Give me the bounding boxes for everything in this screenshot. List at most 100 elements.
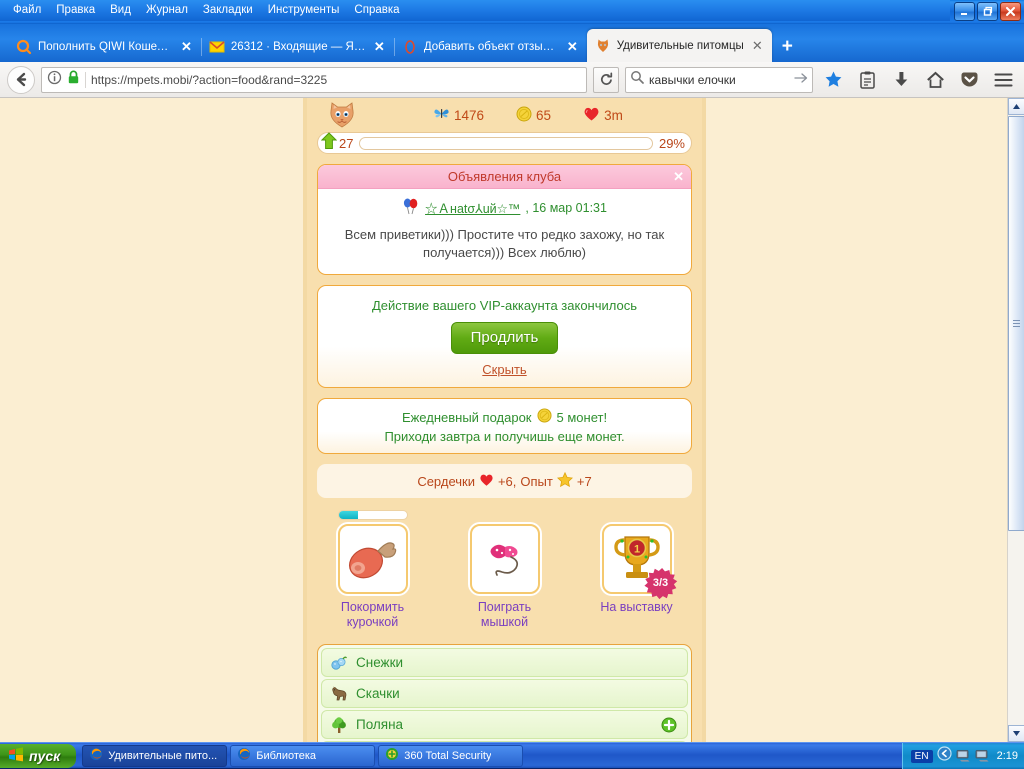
- balloons-icon: [402, 197, 420, 218]
- menu-hamburger-icon[interactable]: [989, 66, 1017, 94]
- menu-row-races[interactable]: Скачки: [321, 679, 688, 708]
- rewards-inner: Сердечки +6, Опыт +7: [327, 472, 682, 490]
- bookmark-star-icon[interactable]: [819, 66, 847, 94]
- exhibition-count-text: 3/3: [653, 577, 668, 589]
- back-button[interactable]: [7, 66, 35, 94]
- show-hidden-icon[interactable]: [937, 746, 952, 766]
- rewards-bar: Сердечки +6, Опыт +7: [317, 464, 692, 498]
- browser-window: Файл Правка Вид Журнал Закладки Инструме…: [0, 0, 1024, 742]
- menu-edit-label: Правка: [56, 4, 95, 16]
- gift-line-2: Приходи завтра и получишь еще монет.: [328, 429, 681, 444]
- vip-extend-button[interactable]: Продлить: [451, 322, 559, 354]
- close-button[interactable]: [1000, 2, 1021, 21]
- menu-row-meadow[interactable]: Поляна: [321, 710, 688, 739]
- action-exhibition[interactable]: 1 3/3 На выставку: [597, 510, 677, 630]
- scroll-down-icon[interactable]: [1008, 725, 1024, 742]
- page-scrollbar[interactable]: [1007, 98, 1024, 742]
- menu-edit[interactable]: Правка: [49, 1, 102, 20]
- taskbar-item-360-label: 360 Total Security: [404, 750, 491, 762]
- club-message: Всем приветики))) Простите что редко зах…: [332, 226, 677, 262]
- minimize-button[interactable]: [954, 2, 975, 21]
- vip-hide-link[interactable]: Скрыть: [328, 362, 681, 377]
- network-icon[interactable]: [975, 749, 990, 763]
- vip-title: Действие вашего VIP-аккаунта закончилось: [328, 298, 681, 313]
- scrollbar-thumb[interactable]: [1008, 116, 1024, 531]
- butterflies-value: 1476: [454, 108, 484, 123]
- level-up-arrow-icon: [321, 132, 337, 155]
- reload-button[interactable]: [593, 67, 619, 93]
- tab-4-close-icon[interactable]: ✕: [750, 41, 765, 51]
- add-plus-icon[interactable]: [661, 717, 677, 733]
- club-author-nick[interactable]: ☆Ａнatσ⅄uй☆™: [425, 198, 520, 217]
- club-author-row: ☆Ａнatσ⅄uй☆™, 16 мар 01:31: [402, 197, 607, 218]
- scroll-up-icon[interactable]: [1008, 98, 1024, 115]
- menu-history[interactable]: Журнал: [139, 1, 195, 20]
- tab-3-close-icon[interactable]: ✕: [565, 42, 580, 52]
- action-feed[interactable]: Покормить курочкой: [333, 510, 413, 630]
- tab-2-close-icon[interactable]: ✕: [372, 42, 387, 52]
- taskbar-item-library-label: Библиотека: [256, 750, 316, 762]
- start-button[interactable]: пуск: [0, 744, 76, 768]
- feed-cooldown-bar: [338, 510, 408, 520]
- club-announcements-panel: Объявления клуба ✕ ☆Ａнatσ⅄uй☆™, 16 мар 0…: [317, 164, 692, 275]
- xp-percent: 29%: [659, 136, 685, 151]
- info-icon[interactable]: [47, 70, 62, 90]
- exhibition-icon-tile[interactable]: 1 3/3: [602, 524, 672, 594]
- taskbar-item-360[interactable]: 360 Total Security: [378, 745, 523, 767]
- level-value: 27: [339, 136, 353, 151]
- play-label-line2: мышкой: [481, 615, 528, 629]
- menu-help[interactable]: Справка: [347, 1, 406, 20]
- menu-row-snowballs[interactable]: Снежки: [321, 648, 688, 677]
- menu-file-label: Файл: [13, 4, 41, 16]
- maximize-button[interactable]: [977, 2, 998, 21]
- new-tab-button[interactable]: +: [772, 32, 803, 62]
- downloads-icon[interactable]: [887, 66, 915, 94]
- url-text: https://mpets.mobi/?action=food&rand=322…: [91, 73, 581, 87]
- vip-panel: Действие вашего VIP-аккаунта закончилось…: [317, 285, 692, 388]
- svg-text:1: 1: [633, 543, 639, 555]
- go-arrow-icon[interactable]: [794, 71, 808, 89]
- pocket-icon[interactable]: [955, 66, 983, 94]
- play-label-line1: Поиграть: [478, 600, 531, 614]
- search-input[interactable]: кавычки елочки: [625, 67, 813, 93]
- level-progress-bar: 27 29%: [317, 132, 692, 154]
- feed-label-line1: Покормить: [341, 600, 404, 614]
- menu-row-races-label: Скачки: [356, 686, 400, 701]
- menu-tools[interactable]: Инструменты: [261, 1, 347, 20]
- otzovik-icon: [402, 39, 418, 55]
- clock[interactable]: 2:19: [997, 750, 1018, 762]
- rewards-hearts-label: Сердечки: [417, 474, 475, 489]
- pet-avatar-icon[interactable]: [327, 101, 357, 129]
- game-content-column: 1476 65 3m: [307, 98, 702, 742]
- club-close-icon[interactable]: ✕: [673, 169, 684, 185]
- tab-1-close-icon[interactable]: ✕: [179, 42, 194, 52]
- heart-icon: [583, 106, 600, 125]
- url-bar[interactable]: https://mpets.mobi/?action=food&rand=322…: [41, 67, 587, 93]
- menu-file[interactable]: Файл: [6, 1, 48, 20]
- feed-icon-tile[interactable]: [338, 524, 408, 594]
- taskbar-item-mpets-label: Удивительные пито...: [108, 750, 217, 762]
- butterfly-icon: [433, 106, 450, 125]
- menu-view[interactable]: Вид: [103, 1, 138, 20]
- stat-butterflies[interactable]: 1476: [433, 106, 484, 125]
- action-play[interactable]: Поиграть мышкой: [465, 510, 545, 630]
- lock-icon: [67, 70, 80, 90]
- taskbar-item-mpets[interactable]: Удивительные пито...: [82, 745, 227, 767]
- network-icon[interactable]: [956, 749, 971, 763]
- browser-tab-3[interactable]: Добавить объект отзыва | ... ✕: [394, 32, 587, 62]
- search-icon: [630, 70, 644, 89]
- browser-tab-4[interactable]: Удивительные питомцы ✕: [587, 29, 772, 62]
- taskbar-item-library[interactable]: Библиотека: [230, 745, 375, 767]
- library-icon[interactable]: [853, 66, 881, 94]
- browser-tab-2[interactable]: 26312 · Входящие — Яндек... ✕: [201, 32, 394, 62]
- stat-hearts[interactable]: 3m: [583, 106, 623, 125]
- stat-coins[interactable]: 65: [516, 106, 551, 125]
- menu-bar: Файл Правка Вид Журнал Закладки Инструме…: [0, 0, 950, 21]
- language-indicator[interactable]: EN: [911, 750, 933, 763]
- play-icon-tile[interactable]: [470, 524, 540, 594]
- browser-tab-1[interactable]: Пополнить QIWI Кошелек: ... ✕: [8, 32, 201, 62]
- menu-history-label: Журнал: [146, 4, 188, 16]
- snowball-icon: [330, 654, 348, 672]
- menu-bookmarks[interactable]: Закладки: [196, 1, 260, 20]
- home-icon[interactable]: [921, 66, 949, 94]
